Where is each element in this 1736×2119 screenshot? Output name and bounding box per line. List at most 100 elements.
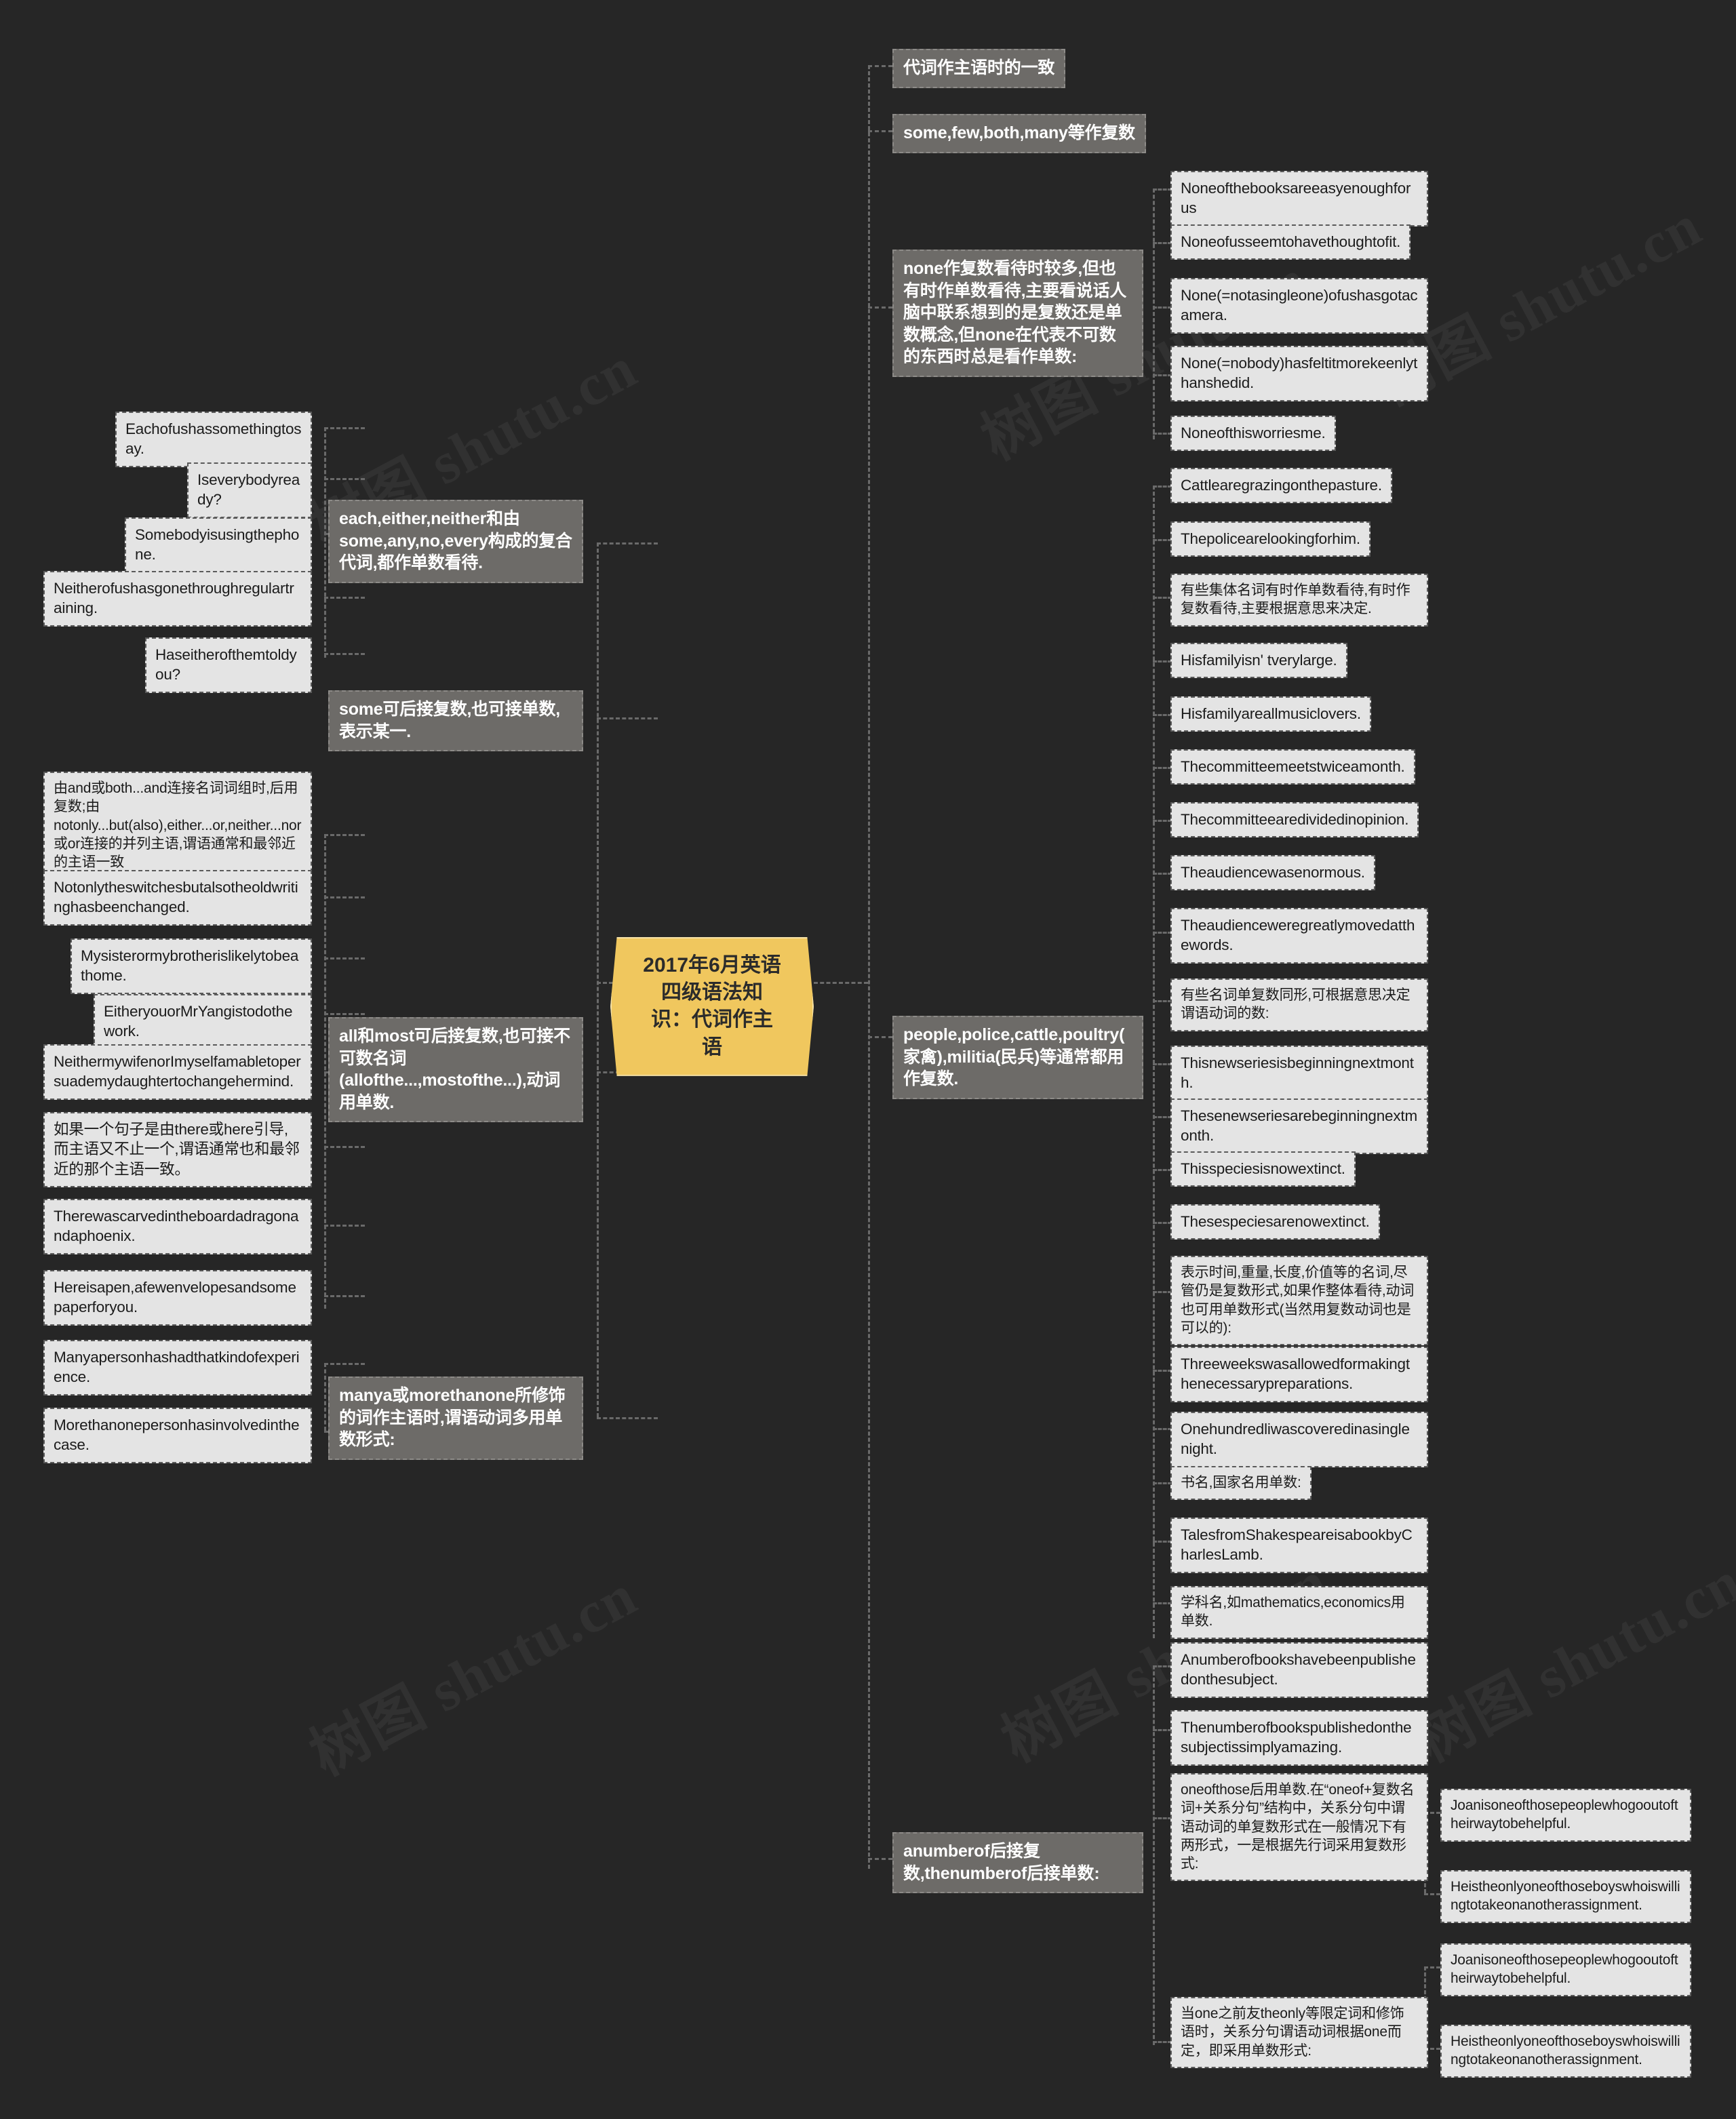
leaf-node[interactable]: Haseitherofthemtoldyou? (145, 637, 312, 693)
leaf-node[interactable]: Noneofthebooksareeasyenoughforus (1170, 171, 1428, 226)
leaf-node[interactable]: oneofthose后用单数.在“oneof+复数名词+关系分句”结构中，关系分… (1170, 1773, 1428, 1882)
branch-node-pronoun-subject-agreement[interactable]: 代词作主语时的一致 (892, 49, 1066, 88)
leaf-node[interactable]: Notonlytheswitchesbutalsotheoldwritingha… (43, 870, 312, 926)
connector (1153, 1291, 1172, 1293)
leaf-node[interactable]: Joanisoneofthosepeoplewhogooutoftheirway… (1440, 1789, 1691, 1842)
leaf-node[interactable]: Noneofthisworriesme. (1170, 416, 1336, 452)
branch-node-all-most[interactable]: all和most可后接复数,也可接不可数名词(allofthe...,mosto… (328, 1017, 583, 1122)
connector (1424, 1966, 1440, 1968)
leaf-node[interactable]: None(=nobody)hasfeltitmorekeenlythanshed… (1170, 346, 1428, 401)
leaf-node[interactable]: 由and或both...and连接名词词组时,后用复数;由notonly...b… (43, 772, 312, 880)
leaf-node[interactable]: Thepolicearelookingforhim. (1170, 521, 1370, 557)
leaf-node[interactable]: 如果一个句子是由there或here引导,而主语又不止一个,谓语通常也和最邻近的… (43, 1112, 312, 1187)
branch-node-manya-morethanone[interactable]: manya或morethanone所修饰的词作主语时,谓语动词多用单数形式: (328, 1377, 583, 1460)
connector (324, 597, 365, 599)
leaf-node[interactable]: Therewascarvedintheboardadragonandaphoen… (43, 1199, 312, 1254)
leaf-node[interactable]: Heistheonlyoneofthoseboyswhoiswillingtot… (1440, 2025, 1691, 2078)
connector (1153, 242, 1172, 244)
connector (1153, 1665, 1155, 2045)
leaf-node[interactable]: TalesfromShakespeareisabookbyCharlesLamb… (1170, 1518, 1428, 1573)
connector (1153, 932, 1172, 934)
connector (1153, 486, 1172, 488)
leaf-node[interactable]: 有些名词单复数同形,可根据意思决定谓语动词的数: (1170, 978, 1428, 1031)
connector (324, 1363, 365, 1365)
connector (324, 957, 365, 959)
leaf-node[interactable]: Thisspeciesisnowextinct. (1170, 1151, 1356, 1187)
branch-node-anumberof-thenumberof[interactable]: anumberof后接复数,thenumberof后接单数: (892, 1832, 1143, 1893)
connector (1153, 1482, 1172, 1484)
leaf-node[interactable]: Thecommitteearedividedinopinion. (1170, 802, 1419, 838)
connector (1153, 597, 1172, 599)
connector (1153, 1000, 1172, 1002)
connector (1153, 660, 1172, 662)
leaf-node[interactable]: Thenumberofbookspublishedonthesubjectiss… (1170, 1710, 1428, 1766)
leaf-node[interactable]: Theaudiencewasenormous. (1170, 855, 1375, 891)
leaf-node[interactable]: None(=notasingleone)ofushasgotacamera. (1170, 278, 1428, 334)
leaf-node[interactable]: Manyapersonhashadthatkindofexperience. (43, 1340, 312, 1395)
leaf-node[interactable]: Theaudienceweregreatlymovedatthewords. (1170, 908, 1428, 964)
leaf-node[interactable]: 书名,国家名用单数: (1170, 1466, 1311, 1501)
leaf-node[interactable]: Thisnewseriesisbeginningnextmonth. (1170, 1046, 1428, 1101)
leaf-node[interactable]: Thesespeciesarenowextinct. (1170, 1204, 1380, 1240)
connector (324, 834, 365, 836)
leaf-node[interactable]: Morethanonepersonhasinvolvedinthecase. (43, 1408, 312, 1463)
connector (868, 1858, 892, 1860)
connector (1153, 1222, 1172, 1224)
leaf-node[interactable]: Hisfamilyareallmusiclovers. (1170, 696, 1371, 732)
branch-node-some[interactable]: some可后接复数,也可接单数,表示某一. (328, 690, 583, 751)
branch-node-some-few-both-many[interactable]: some,few,both,many等作复数 (892, 114, 1146, 153)
connector (324, 427, 365, 429)
connector (868, 306, 892, 309)
watermark: 树图 shutu.cn (1405, 1548, 1736, 1775)
leaf-node[interactable]: Eachofushassomethingtosay. (115, 412, 312, 467)
leaf-node[interactable]: Thesenewseriesarebeginningnextmonth. (1170, 1098, 1428, 1154)
leaf-node[interactable]: Heistheonlyoneofthoseboyswhoiswillingtot… (1440, 1870, 1691, 1923)
connector (597, 542, 658, 544)
connector (597, 717, 658, 719)
connector (324, 1146, 365, 1148)
leaf-node[interactable]: Iseverybodyready? (187, 462, 312, 518)
leaf-node[interactable]: Neitherofushasgonethroughregulartraining… (43, 571, 312, 627)
leaf-node[interactable]: EitheryouorMrYangistodothework. (94, 994, 312, 1050)
leaf-node[interactable]: Mysisterormybrotherislikelytobeathome. (71, 938, 312, 994)
leaf-node[interactable]: 学科名,如mathematics,economics用单数. (1170, 1586, 1428, 1639)
connector (324, 1363, 326, 1431)
leaf-node[interactable]: 有些集体名词有时作单数看待,有时作复数看待,主要根据意思来决定. (1170, 574, 1428, 627)
leaf-node[interactable]: Cattlearegrazingonthepasture. (1170, 468, 1392, 504)
connector (1153, 820, 1172, 822)
connector (868, 65, 892, 67)
connector (324, 1225, 365, 1227)
connector (324, 1013, 365, 1015)
connector (1153, 189, 1155, 439)
connector (1153, 1817, 1172, 1819)
mindmap-canvas: 树图 shutu.cn 树图 shutu.cn 树图 shutu.cn 树图 s… (0, 0, 1736, 2119)
leaf-node[interactable]: Noneofusseemtohavethoughtofit. (1170, 224, 1411, 260)
connector (1153, 1370, 1172, 1372)
connector (1153, 306, 1172, 309)
leaf-node[interactable]: Joanisoneofthosepeoplewhogooutoftheirway… (1440, 1943, 1691, 1996)
leaf-node[interactable]: Thecommitteemeetstwiceamonth. (1170, 749, 1415, 785)
leaf-node[interactable]: NeithermywifenorImyselfamabletopersuadem… (43, 1044, 312, 1100)
leaf-node[interactable]: Somebodyisusingthephone. (125, 517, 312, 573)
branch-node-none[interactable]: none作复数看待时较多,但也有时作单数看待,主要看说话人脑中联系想到的是复数还… (892, 250, 1143, 377)
leaf-node[interactable]: 表示时间,重量,长度,价值等的名词,尽管仍是复数形式,如果作整体看待,动词也可用… (1170, 1256, 1428, 1346)
leaf-node[interactable]: Anumberofbookshavebeenpublishedonthesubj… (1170, 1642, 1428, 1698)
connector (1153, 189, 1172, 191)
branch-node-each-either-neither[interactable]: each,either,neither和由some,any,no,every构成… (328, 500, 583, 583)
connector (868, 1036, 892, 1038)
connector (814, 982, 868, 984)
connector (1153, 486, 1155, 1638)
center-topic[interactable]: 2017年6月英语四级语法知识：代词作主语 (610, 937, 814, 1076)
connector (597, 1417, 658, 1419)
leaf-node[interactable]: Hisfamilyisn' tverylarge. (1170, 643, 1347, 679)
connector (1153, 433, 1172, 435)
branch-node-people-police-cattle[interactable]: people,police,cattle,poultry(家禽),militia… (892, 1016, 1143, 1099)
connector (1153, 539, 1172, 541)
connector (597, 542, 599, 1417)
leaf-node[interactable]: 当one之前友theonly等限定词和修饰语时，关系分句谓语动词根据one而定，… (1170, 1997, 1428, 2068)
connector (1153, 2041, 1172, 2043)
leaf-node[interactable]: Threeweekswasallowedformakingthenecessar… (1170, 1347, 1428, 1402)
leaf-node[interactable]: Hereisapen,afewenvelopesandsomepaperfory… (43, 1270, 312, 1326)
connector (324, 653, 365, 655)
leaf-node[interactable]: Onehundredliwascoveredinasinglenight. (1170, 1412, 1428, 1467)
